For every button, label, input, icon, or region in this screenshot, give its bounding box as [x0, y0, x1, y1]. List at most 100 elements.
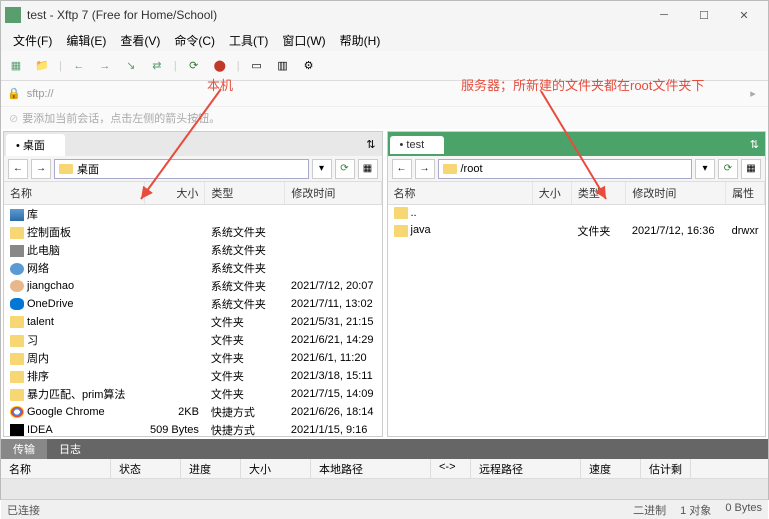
back-icon[interactable]: ← — [70, 57, 88, 75]
address-go-icon[interactable]: ▸ — [744, 85, 762, 103]
table-row[interactable]: 排序文件夹2021/3/18, 15:11 — [4, 367, 381, 385]
tab-log[interactable]: 日志 — [47, 439, 93, 459]
table-row[interactable]: java文件夹2021/7/12, 16:36drwxr — [388, 222, 765, 240]
col-name[interactable]: 名称 — [388, 182, 533, 205]
table-row[interactable]: IDEA509 Bytes快捷方式2021/1/15, 9:16 — [4, 421, 381, 436]
file-icon — [10, 209, 24, 221]
table-row[interactable]: talent文件夹2021/5/31, 21:15 — [4, 313, 381, 331]
file-icon — [10, 335, 24, 347]
remote-view-button[interactable]: ▦ — [741, 159, 761, 179]
status-bar: 已连接 二进制 1 对象 0 Bytes — [1, 499, 768, 519]
minimize-button[interactable]: ─ — [644, 2, 684, 28]
local-refresh-button[interactable]: ⟳ — [335, 159, 355, 179]
file-icon — [10, 245, 24, 257]
remote-path-field[interactable]: /root — [438, 159, 693, 179]
folder-icon — [59, 164, 73, 174]
local-back-button[interactable]: ← — [8, 159, 28, 179]
menu-window[interactable]: 窗口(W) — [276, 30, 331, 51]
remote-file-list[interactable]: 名称 大小 类型 修改时间 属性 ..java文件夹2021/7/12, 16:… — [388, 182, 766, 436]
file-icon — [10, 316, 24, 328]
menu-cmd[interactable]: 命令(C) — [168, 30, 221, 51]
table-row[interactable]: 暴力匹配、prim算法文件夹2021/7/15, 14:09 — [4, 385, 381, 403]
menu-bar: 文件(F) 编辑(E) 查看(V) 命令(C) 工具(T) 窗口(W) 帮助(H… — [1, 29, 768, 51]
file-icon — [10, 298, 24, 310]
local-tab-menu-icon[interactable]: ⇅ — [360, 138, 381, 151]
file-icon — [10, 371, 24, 383]
table-row[interactable]: jiangchao系统文件夹2021/7/12, 20:07 — [4, 277, 381, 295]
remote-pane: • test ⇅ ← → /root ▾ ⟳ ▦ 名称 大小 类型 修改时间 属… — [387, 131, 767, 437]
close-button[interactable]: ✕ — [724, 2, 764, 28]
address-bar: 🔒 ▸ — [1, 81, 768, 107]
remote-tab-header: • test ⇅ — [388, 132, 766, 156]
file-icon — [394, 207, 408, 219]
file-icon — [10, 406, 24, 418]
transfer-body[interactable] — [1, 479, 768, 499]
remote-tab-menu-icon[interactable]: ⇅ — [744, 138, 765, 151]
status-objects: 1 对象 — [680, 502, 711, 518]
tab-transfer[interactable]: 传输 — [1, 439, 47, 459]
action-icon[interactable]: ↘ — [122, 57, 140, 75]
table-row[interactable]: 网络系统文件夹 — [4, 259, 381, 277]
refresh-icon[interactable]: ⟳ — [185, 57, 203, 75]
forward-icon[interactable]: → — [96, 57, 114, 75]
table-row[interactable]: 周内文件夹2021/6/1, 11:20 — [4, 349, 381, 367]
table-row[interactable]: 控制面板系统文件夹 — [4, 223, 381, 241]
stop-icon[interactable]: ⬤ — [211, 57, 229, 75]
col-name[interactable]: 名称 — [4, 182, 144, 205]
lock-icon: 🔒 — [7, 87, 21, 100]
file-icon — [10, 263, 24, 275]
file-icon — [10, 353, 24, 365]
menu-tool[interactable]: 工具(T) — [223, 30, 274, 51]
remote-fwd-button[interactable]: → — [415, 159, 435, 179]
file-icon — [10, 280, 24, 292]
local-file-list[interactable]: 名称 大小 类型 修改时间 库控制面板系统文件夹此电脑系统文件夹网络系统文件夹j… — [4, 182, 382, 436]
table-row[interactable]: Google Chrome2KB快捷方式2021/6/26, 18:14 — [4, 403, 381, 421]
maximize-button[interactable]: ☐ — [684, 2, 724, 28]
col-size[interactable]: 大小 — [144, 182, 205, 205]
layout-icon[interactable]: ▥ — [274, 57, 292, 75]
local-tab[interactable]: • 桌面 — [6, 134, 65, 156]
transfer-icon[interactable]: ⇄ — [148, 57, 166, 75]
transfer-header: 名称 状态 进度 大小 本地路径 <-> 远程路径 速度 估计剩 — [1, 459, 768, 479]
col-mtime[interactable]: 修改时间 — [626, 182, 726, 205]
menu-edit[interactable]: 编辑(E) — [60, 30, 112, 51]
status-binary: 二进制 — [633, 502, 666, 518]
terminal-icon[interactable]: ▭ — [248, 57, 266, 75]
table-row[interactable]: 库 — [4, 205, 381, 224]
table-row[interactable]: 习文件夹2021/6/21, 14:29 — [4, 331, 381, 349]
menu-view[interactable]: 查看(V) — [114, 30, 166, 51]
status-connected: 已连接 — [7, 502, 40, 518]
menu-help[interactable]: 帮助(H) — [334, 30, 387, 51]
toolbar: ▦ 📁 | ← → ↘ ⇄ | ⟳ ⬤ | ▭ ▥ ⚙ — [1, 51, 768, 81]
bottom-tabs: 传输 日志 — [1, 439, 768, 459]
table-row[interactable]: 此电脑系统文件夹 — [4, 241, 381, 259]
col-size[interactable]: 大小 — [532, 182, 571, 205]
local-tab-header: • 桌面 ⇅ — [4, 132, 382, 156]
new-session-icon[interactable]: ▦ — [7, 57, 25, 75]
file-icon — [10, 424, 24, 436]
status-bytes: 0 Bytes — [725, 502, 762, 518]
folder-icon — [443, 164, 457, 174]
remote-back-button[interactable]: ← — [392, 159, 412, 179]
open-icon[interactable]: 📁 — [33, 57, 51, 75]
col-type[interactable]: 类型 — [205, 182, 285, 205]
col-type[interactable]: 类型 — [571, 182, 625, 205]
col-mtime[interactable]: 修改时间 — [285, 182, 381, 205]
remote-refresh-button[interactable]: ⟳ — [718, 159, 738, 179]
hint-text: ⊘ 要添加当前会话，点击左侧的箭头按钮。 — [1, 107, 768, 129]
local-dropdown-icon[interactable]: ▾ — [312, 159, 332, 179]
table-row[interactable]: .. — [388, 205, 765, 222]
table-row[interactable]: OneDrive系统文件夹2021/7/11, 13:02 — [4, 295, 381, 313]
file-icon — [10, 389, 24, 401]
remote-dropdown-icon[interactable]: ▾ — [695, 159, 715, 179]
settings-icon[interactable]: ⚙ — [300, 57, 318, 75]
file-icon — [394, 225, 408, 237]
local-fwd-button[interactable]: → — [31, 159, 51, 179]
address-input[interactable] — [25, 86, 744, 102]
local-view-button[interactable]: ▦ — [358, 159, 378, 179]
menu-file[interactable]: 文件(F) — [7, 30, 58, 51]
remote-tab[interactable]: • test — [390, 136, 445, 154]
col-attr[interactable]: 属性 — [726, 182, 765, 205]
file-icon — [10, 227, 24, 239]
local-path-field[interactable]: 桌面 — [54, 159, 309, 179]
